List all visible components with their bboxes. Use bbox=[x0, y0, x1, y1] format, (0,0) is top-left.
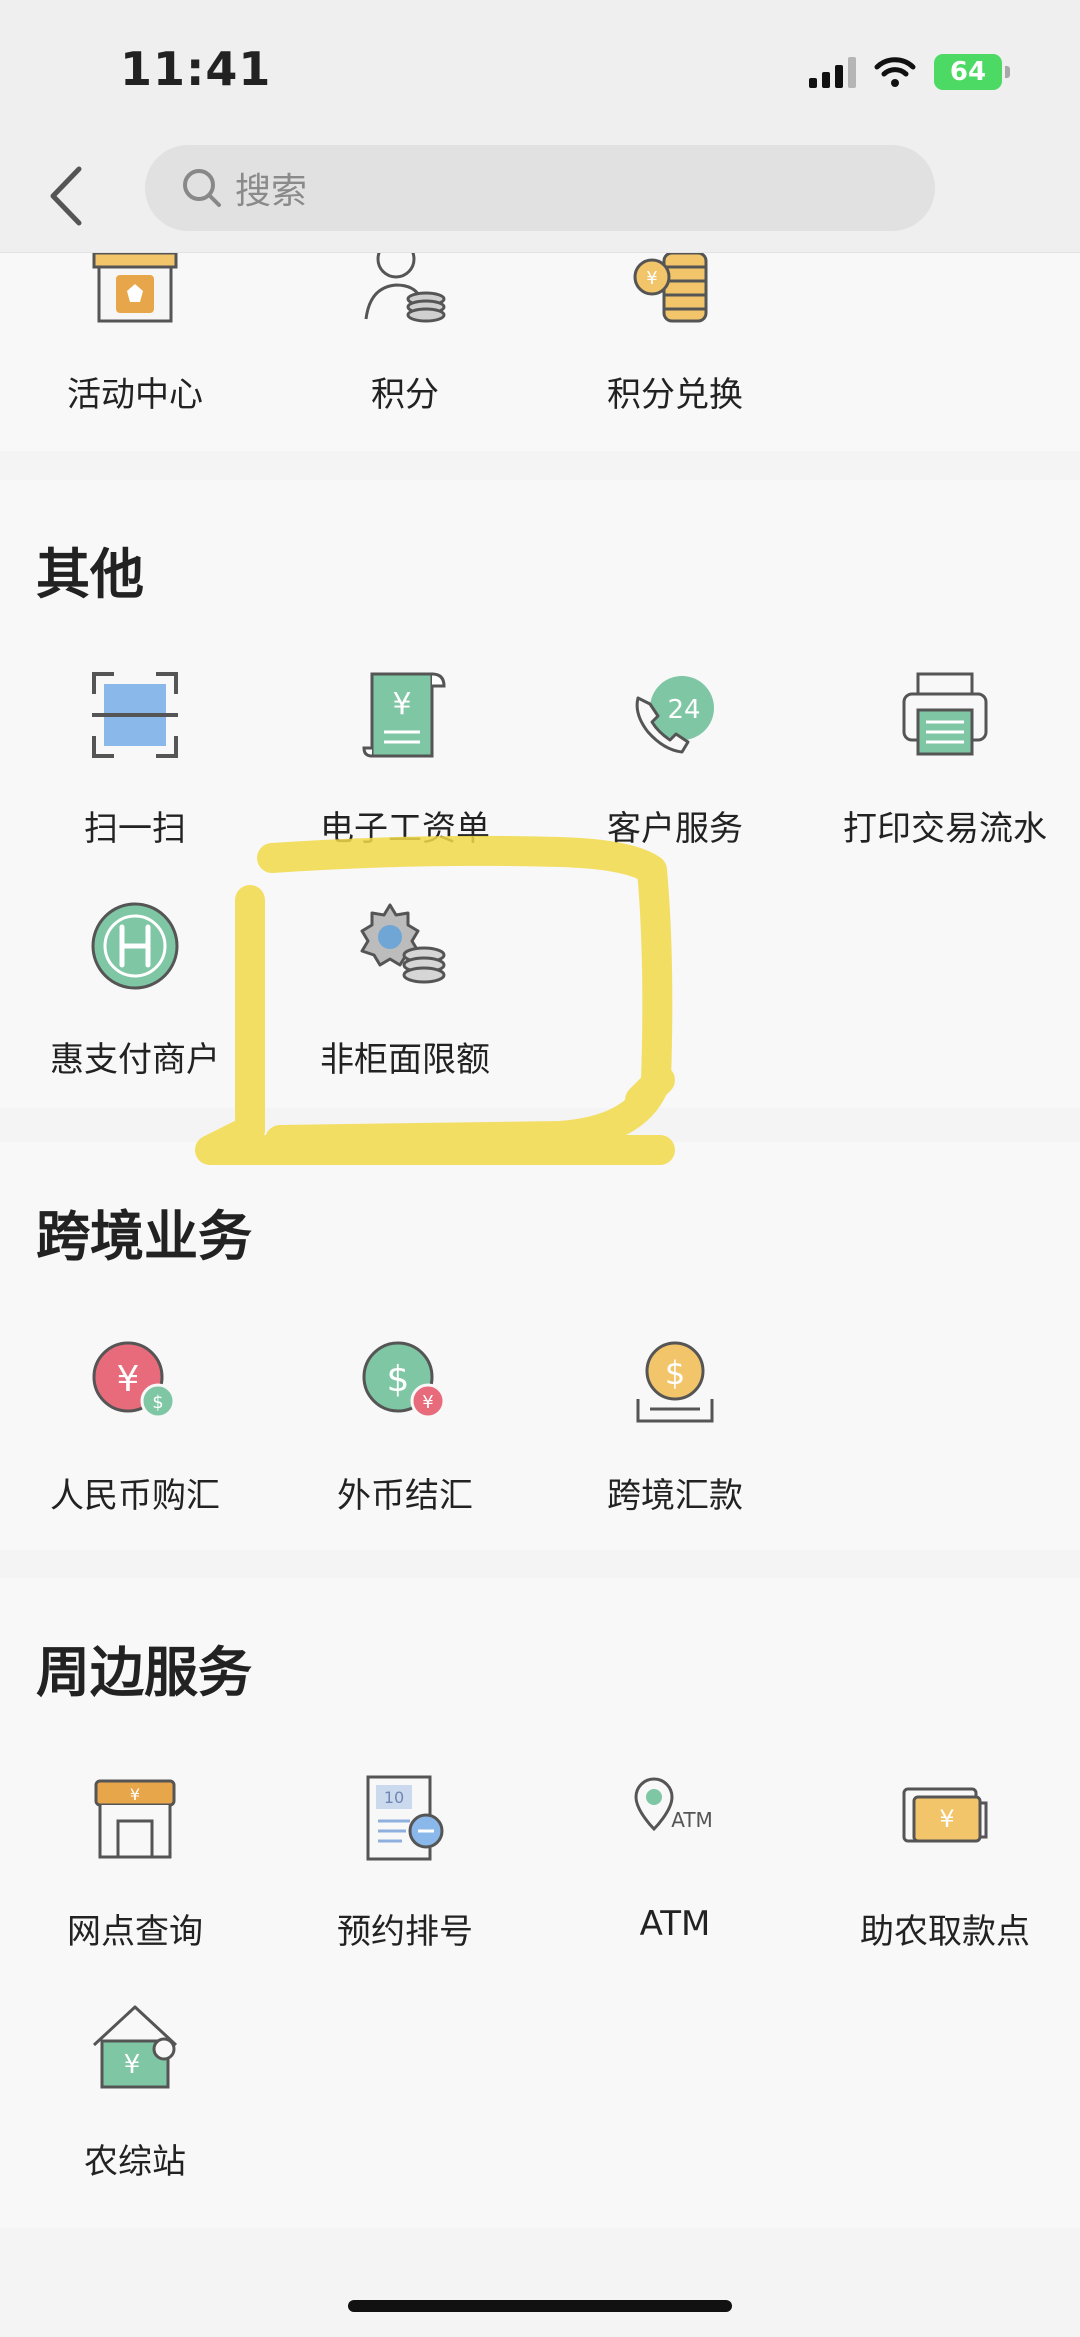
grid-item-label: ATM bbox=[639, 1904, 711, 1944]
grid-item-label: 外币结汇 bbox=[337, 1476, 473, 1516]
section-nearby: 周边服务 ¥ 网点查询 10 预约排号 ATM ATM ¥ 助农取款点 ¥ 农综… bbox=[0, 1578, 1080, 2228]
rmb-purchase-icon: ¥ $ bbox=[92, 1341, 176, 1419]
svg-text:¥: ¥ bbox=[117, 1359, 140, 1400]
section-title: 跨境业务 bbox=[36, 1205, 252, 1268]
grid-item-print-statement[interactable]: 打印交易流水 bbox=[810, 665, 1080, 850]
cellular-signal-icon bbox=[809, 56, 856, 88]
section-other: 其他 扫一扫 ¥ 电子工资单 24 客户服务 打印交易流水 惠支付商户 非柜面限… bbox=[0, 480, 1080, 1108]
search-input[interactable]: 搜索 bbox=[145, 145, 935, 231]
grid-item-non-counter-limit[interactable]: 非柜面限额 bbox=[270, 896, 540, 1081]
chevron-left-icon bbox=[50, 166, 82, 226]
svg-text:¥: ¥ bbox=[939, 1805, 954, 1833]
grid-item-points[interactable]: 积分 bbox=[270, 253, 540, 416]
merchant-icon bbox=[91, 902, 179, 990]
back-button[interactable] bbox=[38, 158, 94, 234]
points-user-icon bbox=[364, 253, 446, 323]
search-icon bbox=[183, 169, 221, 207]
cross-border-remittance-icon: $ bbox=[636, 1341, 714, 1423]
svg-text:$: $ bbox=[387, 1359, 410, 1400]
atm-icon: ATM bbox=[634, 1777, 713, 1832]
svg-text:$: $ bbox=[152, 1392, 163, 1413]
grid-item-label: 预约排号 bbox=[337, 1912, 473, 1952]
grid-item-label: 助农取款点 bbox=[860, 1912, 1030, 1952]
grid-item-label: 人民币购汇 bbox=[50, 1476, 220, 1516]
svg-text:24: 24 bbox=[667, 695, 700, 725]
svg-text:¥: ¥ bbox=[130, 1785, 140, 1804]
grid-item-label: 网点查询 bbox=[67, 1912, 203, 1952]
transaction-limit-icon bbox=[360, 903, 446, 984]
battery-icon: 64 bbox=[934, 54, 1010, 90]
grid-item-rmb-purchase[interactable]: ¥ $ 人民币购汇 bbox=[0, 1332, 270, 1517]
branch-icon: ¥ bbox=[94, 1779, 176, 1859]
grid-item-label: 打印交易流水 bbox=[843, 809, 1047, 849]
grid-item-agri-cash-point[interactable]: ¥ 助农取款点 bbox=[810, 1768, 1080, 1953]
customer-service-24-icon: 24 bbox=[635, 676, 714, 754]
grid-item-label: 跨境汇款 bbox=[607, 1476, 743, 1516]
grid-item-fx-settlement[interactable]: $ ¥ 外币结汇 bbox=[270, 1332, 540, 1517]
grid-item-atm[interactable]: ATM ATM bbox=[540, 1768, 810, 1944]
svg-text:ATM: ATM bbox=[671, 1808, 713, 1832]
gift-box-icon bbox=[92, 253, 178, 323]
grid-item-salary-slip[interactable]: ¥ 电子工资单 bbox=[270, 665, 540, 850]
section-title: 其他 bbox=[36, 543, 144, 606]
agri-station-icon: ¥ bbox=[92, 2005, 178, 2089]
grid-item-label: 惠支付商户 bbox=[50, 1040, 220, 1080]
print-statement-icon bbox=[902, 672, 988, 756]
grid-item-points-exchange[interactable]: ¥ 积分兑换 bbox=[540, 253, 810, 416]
grid-item-label: 客户服务 bbox=[607, 809, 743, 849]
nav-bar: 搜索 bbox=[0, 140, 1080, 253]
section-cross-border: 跨境业务 ¥ $ 人民币购汇 $ ¥ 外币结汇 $ 跨境汇款 bbox=[0, 1142, 1080, 1550]
search-placeholder: 搜索 bbox=[235, 171, 308, 212]
status-icons: 64 bbox=[809, 52, 1010, 92]
status-bar: 11:41 64 bbox=[0, 0, 1080, 140]
svg-text:$: $ bbox=[665, 1354, 685, 1392]
grid-item-label: 扫一扫 bbox=[84, 809, 186, 849]
grid-item-label: 电子工资单 bbox=[320, 809, 490, 849]
svg-text:¥: ¥ bbox=[392, 687, 411, 722]
svg-text:10: 10 bbox=[384, 1788, 404, 1807]
grid-item-cross-border-remittance[interactable]: $ 跨境汇款 bbox=[540, 1332, 810, 1517]
status-time: 11:41 bbox=[120, 42, 272, 96]
grid-item-merchant[interactable]: 惠支付商户 bbox=[0, 896, 270, 1081]
grid-item-agri-station[interactable]: ¥ 农综站 bbox=[0, 1998, 270, 2183]
home-indicator[interactable] bbox=[348, 2300, 732, 2312]
grid-item-label: 非柜面限额 bbox=[320, 1040, 490, 1080]
coins-exchange-icon: ¥ bbox=[633, 253, 708, 323]
grid-item-label: 积分兑换 bbox=[607, 375, 743, 415]
grid-item-label: 农综站 bbox=[84, 2142, 186, 2182]
appointment-icon: 10 bbox=[366, 1775, 444, 1861]
fx-settlement-icon: $ ¥ bbox=[362, 1341, 446, 1419]
svg-text:¥: ¥ bbox=[646, 268, 657, 289]
grid-item-branch-lookup[interactable]: ¥ 网点查询 bbox=[0, 1768, 270, 1953]
svg-text:¥: ¥ bbox=[124, 2050, 141, 2080]
grid-item-label: 活动中心 bbox=[67, 375, 203, 415]
section-top: 活动中心 积分 ¥ 积分兑换 bbox=[0, 253, 1080, 451]
grid-item-label: 积分 bbox=[371, 375, 439, 415]
wifi-icon bbox=[874, 57, 916, 87]
grid-item-appointment[interactable]: 10 预约排号 bbox=[270, 1768, 540, 1953]
scan-icon bbox=[92, 672, 178, 758]
salary-slip-icon: ¥ bbox=[362, 672, 446, 758]
grid-item-activity-center[interactable]: 活动中心 bbox=[0, 253, 270, 416]
grid-item-customer-service[interactable]: 24 客户服务 bbox=[540, 665, 810, 850]
svg-text:¥: ¥ bbox=[422, 1392, 433, 1413]
agri-cash-icon: ¥ bbox=[902, 1787, 988, 1843]
grid-item-scan[interactable]: 扫一扫 bbox=[0, 665, 270, 850]
section-title: 周边服务 bbox=[36, 1641, 252, 1704]
